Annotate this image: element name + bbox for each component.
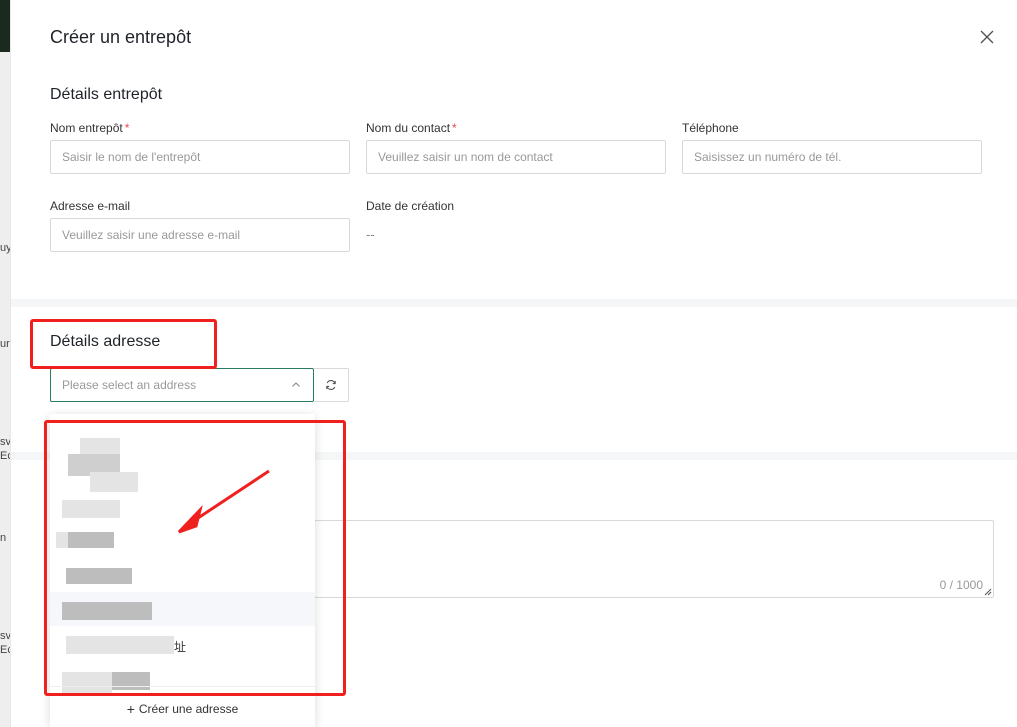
annotation-arrow-icon: [177, 469, 270, 534]
